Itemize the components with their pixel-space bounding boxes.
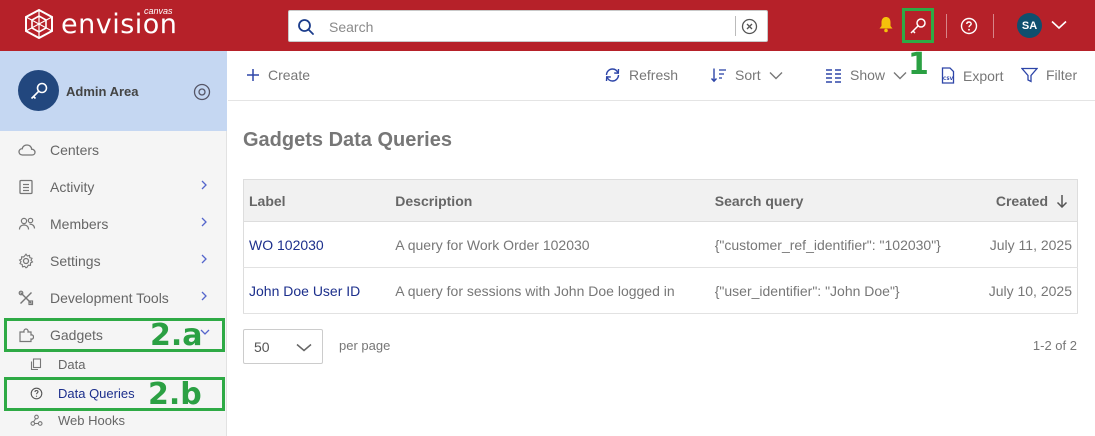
plus-icon <box>246 68 260 82</box>
create-label: Create <box>268 67 311 83</box>
chevron-down-icon[interactable] <box>1051 20 1067 30</box>
key-icon <box>29 81 49 101</box>
row-search-query: {"user_identifier": "John Doe"} <box>709 267 975 314</box>
top-bar: envision canvas 1 SA <box>0 0 1095 80</box>
row-description: A query for Work Order 102030 <box>390 221 710 268</box>
show-label: Show <box>850 67 886 83</box>
chevron-right-icon <box>200 291 208 301</box>
sidebar-item-members[interactable]: Members <box>0 209 227 239</box>
user-avatar[interactable]: SA <box>1017 13 1042 38</box>
chevron-down-icon <box>769 71 783 80</box>
copy-icon <box>30 358 42 371</box>
sidebar-subitem-label: Data <box>58 357 86 372</box>
columns-icon <box>825 68 842 83</box>
envision-logo-icon <box>25 9 53 39</box>
row-created-date: July 10, 2025 <box>974 267 1078 314</box>
annotation-2b: 2.b <box>148 377 202 412</box>
search-box <box>288 10 768 42</box>
table-header-row: Label Description Search query Created <box>243 179 1078 222</box>
data-queries-table: Label Description Search query Created W… <box>243 179 1078 314</box>
filter-button[interactable]: Filter <box>1021 67 1077 83</box>
sidebar-subitem-web-hooks[interactable]: Web Hooks <box>0 409 227 433</box>
sidebar-item-label: Centers <box>50 142 100 158</box>
svg-text:CSV: CSV <box>943 76 954 82</box>
sort-label: Sort <box>735 67 761 83</box>
bell-icon[interactable] <box>878 16 894 33</box>
export-button[interactable]: CSV Export <box>941 67 1003 84</box>
action-toolbar: Create Refresh Sort Show CSV Export Filt… <box>228 51 1095 101</box>
sidebar-subitem-data[interactable]: Data <box>0 353 227 377</box>
topbar-divider <box>946 14 947 38</box>
admin-area-header[interactable]: Admin Area <box>0 51 227 131</box>
per-page-value: 50 <box>254 339 270 355</box>
admin-avatar <box>18 70 59 111</box>
tools-icon <box>18 290 34 306</box>
sidebar-item-label: Development Tools <box>50 290 169 306</box>
created-header-label: Created <box>995 192 1048 209</box>
sort-icon <box>710 67 727 83</box>
annotation-2a: 2.a <box>150 318 203 353</box>
row-search-query: {"customer_ref_identifier": "102030"} <box>709 221 975 268</box>
table-row[interactable]: WO 102030 A query for Work Order 102030 … <box>243 221 1078 268</box>
chevron-right-icon <box>200 254 208 264</box>
csv-file-icon: CSV <box>941 67 955 84</box>
sidebar-item-development-tools[interactable]: Development Tools <box>0 283 227 313</box>
search-icon[interactable] <box>297 18 315 36</box>
sidebar-item-settings[interactable]: Settings <box>0 246 227 276</box>
envision-logo[interactable]: envision canvas <box>24 6 177 39</box>
chevron-down-icon <box>893 71 907 80</box>
column-header-label[interactable]: Label <box>243 179 391 222</box>
per-page-label: per page <box>339 338 391 353</box>
refresh-button[interactable]: Refresh <box>604 67 678 83</box>
people-icon <box>18 216 36 232</box>
brand-subtitle: canvas <box>144 6 173 16</box>
search-input[interactable] <box>329 17 709 37</box>
show-button[interactable]: Show <box>825 67 907 83</box>
target-icon[interactable] <box>193 83 211 101</box>
column-header-search-query[interactable]: Search query <box>709 179 975 222</box>
row-description: A query for sessions with John Doe logge… <box>390 267 710 314</box>
row-label-link[interactable]: WO 102030 <box>243 221 391 268</box>
refresh-icon <box>604 67 621 83</box>
table-row[interactable]: John Doe User ID A query for sessions wi… <box>243 267 1078 314</box>
per-page-select[interactable]: 50 <box>243 329 323 364</box>
sidebar-item-label: Members <box>50 216 109 232</box>
sidebar: Admin Area Centers Activity Members Sett… <box>0 51 227 436</box>
clear-search-icon[interactable] <box>741 18 758 35</box>
chevron-right-icon <box>200 180 208 190</box>
help-icon[interactable] <box>960 17 978 35</box>
export-label: Export <box>963 67 1004 84</box>
row-created-date: July 11, 2025 <box>974 221 1078 268</box>
chevron-down-icon <box>296 343 312 352</box>
webhook-icon <box>30 414 43 427</box>
sort-button[interactable]: Sort <box>710 67 783 83</box>
row-label-link[interactable]: John Doe User ID <box>243 267 391 314</box>
search-divider <box>735 16 736 36</box>
admin-key-button[interactable] <box>902 8 934 43</box>
arrow-down-icon <box>1056 194 1068 208</box>
create-button[interactable]: Create <box>246 67 310 83</box>
sidebar-item-activity[interactable]: Activity <box>0 172 227 202</box>
key-icon <box>909 17 927 35</box>
topbar-divider <box>993 14 994 38</box>
refresh-label: Refresh <box>629 67 679 83</box>
cloud-icon <box>18 142 36 158</box>
gear-icon <box>18 253 34 269</box>
chevron-right-icon <box>200 217 208 227</box>
admin-area-title: Admin Area <box>66 84 139 99</box>
column-header-description[interactable]: Description <box>390 179 710 222</box>
page-title: Gadgets Data Queries <box>243 129 452 151</box>
column-header-created[interactable]: Created <box>974 179 1078 222</box>
sidebar-item-label: Settings <box>50 253 101 269</box>
filter-label: Filter <box>1046 67 1078 83</box>
sidebar-subitem-label: Web Hooks <box>58 413 125 428</box>
list-icon <box>18 179 34 195</box>
sidebar-item-centers[interactable]: Centers <box>0 135 227 165</box>
sidebar-item-label: Activity <box>50 179 95 195</box>
pagination-range: 1-2 of 2 <box>1032 338 1077 353</box>
filter-icon <box>1021 67 1038 83</box>
